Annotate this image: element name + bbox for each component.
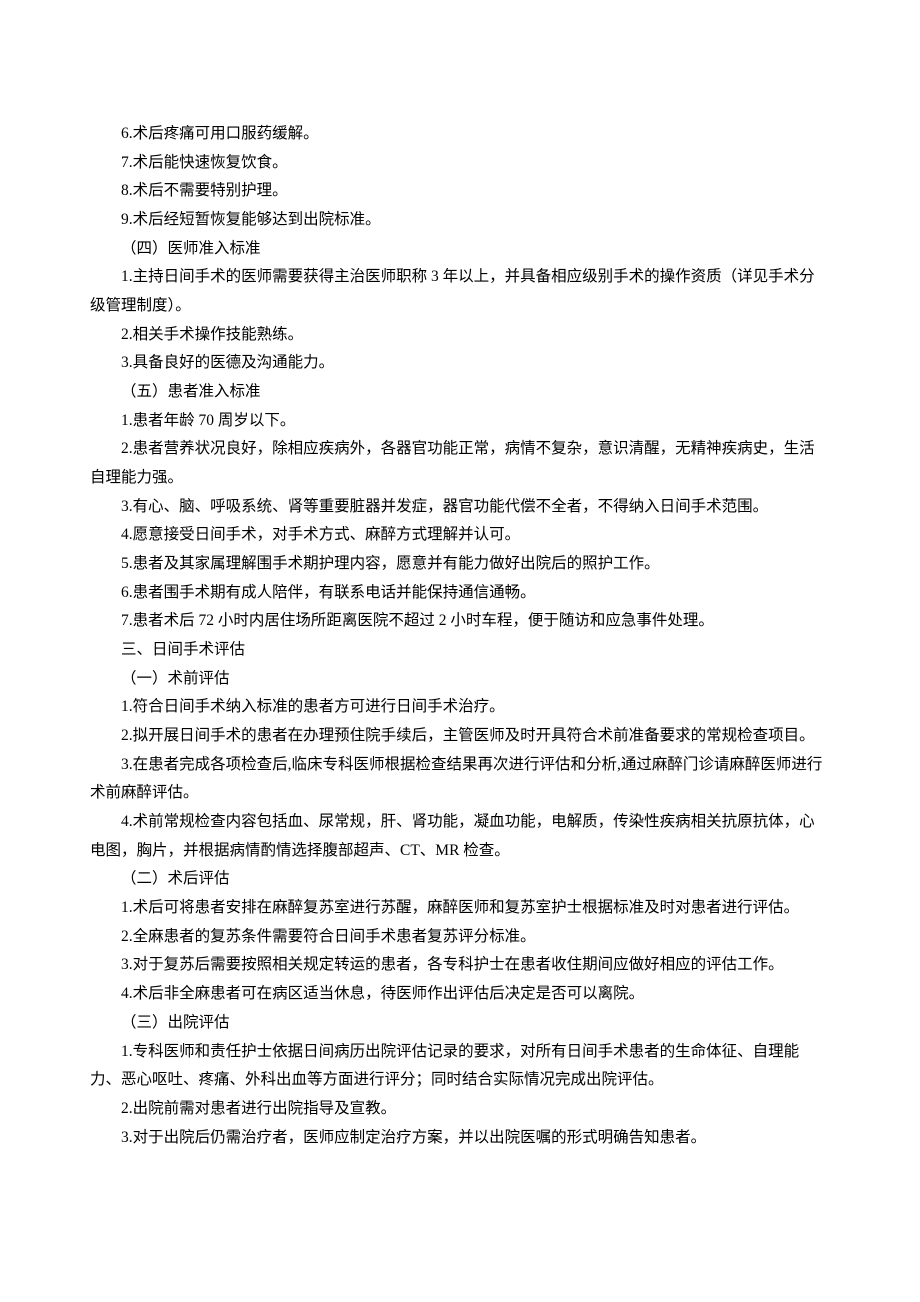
document-paragraph: 三、日间手术评估: [90, 636, 830, 665]
document-paragraph: 3.有心、脑、呼吸系统、肾等重要脏器并发症，器官功能代偿不全者，不得纳入日间手术…: [90, 493, 830, 522]
document-paragraph: 2.相关手术操作技能熟练。: [90, 321, 830, 350]
document-paragraph: （三）出院评估: [90, 1009, 830, 1038]
document-paragraph: （二）术后评估: [90, 865, 830, 894]
document-paragraph: 1.符合日间手术纳入标准的患者方可进行日间手术治疗。: [90, 693, 830, 722]
document-paragraph: 2.出院前需对患者进行出院指导及宣教。: [90, 1095, 830, 1124]
document-paragraph: 1.专科医师和责任护士依据日间病历出院评估记录的要求，对所有日间手术患者的生命体…: [90, 1038, 830, 1095]
document-paragraph: 4.术后非全麻患者可在病区适当休息，待医师作出评估后决定是否可以离院。: [90, 980, 830, 1009]
document-paragraph: （五）患者准入标准: [90, 378, 830, 407]
document-paragraph: 7.患者术后 72 小时内居住场所距离医院不超过 2 小时车程，便于随访和应急事…: [90, 607, 830, 636]
document-paragraph: 3.在患者完成各项检查后,临床专科医师根据检查结果再次进行评估和分析,通过麻醉门…: [90, 751, 830, 808]
document-paragraph: 3.对于复苏后需要按照相关规定转运的患者，各专科护士在患者收住期间应做好相应的评…: [90, 951, 830, 980]
document-paragraph: （四）医师准入标准: [90, 235, 830, 264]
document-paragraph: 5.患者及其家属理解围手术期护理内容，愿意并有能力做好出院后的照护工作。: [90, 550, 830, 579]
document-paragraph: 4.术前常规检查内容包括血、尿常规，肝、肾功能，凝血功能，电解质，传染性疾病相关…: [90, 808, 830, 865]
document-paragraph: 6.术后疼痛可用口服药缓解。: [90, 120, 830, 149]
document-paragraph: 8.术后不需要特别护理。: [90, 177, 830, 206]
document-paragraph: 1.患者年龄 70 周岁以下。: [90, 407, 830, 436]
document-paragraph: 9.术后经短暂恢复能够达到出院标准。: [90, 206, 830, 235]
document-paragraph: 7.术后能快速恢复饮食。: [90, 149, 830, 178]
document-paragraph: 2.患者营养状况良好，除相应疾病外，各器官功能正常，病情不复杂，意识清醒，无精神…: [90, 435, 830, 492]
document-paragraph: 1.术后可将患者安排在麻醉复苏室进行苏醒，麻醉医师和复苏室护士根据标准及时对患者…: [90, 894, 830, 923]
document-paragraph: 4.愿意接受日间手术，对手术方式、麻醉方式理解并认可。: [90, 521, 830, 550]
document-paragraph: 3.具备良好的医德及沟通能力。: [90, 349, 830, 378]
document-paragraph: 6.患者围手术期有成人陪伴，有联系电话并能保持通信通畅。: [90, 579, 830, 608]
document-paragraph: （一）术前评估: [90, 665, 830, 694]
document-paragraph: 1.主持日间手术的医师需要获得主治医师职称 3 年以上，并具备相应级别手术的操作…: [90, 263, 830, 320]
document-paragraph: 2.全麻患者的复苏条件需要符合日间手术患者复苏评分标准。: [90, 923, 830, 952]
document-paragraph: 2.拟开展日间手术的患者在办理预住院手续后，主管医师及时开具符合术前准备要求的常…: [90, 722, 830, 751]
document-paragraph: 3.对于出院后仍需治疗者，医师应制定治疗方案，并以出院医嘱的形式明确告知患者。: [90, 1124, 830, 1153]
